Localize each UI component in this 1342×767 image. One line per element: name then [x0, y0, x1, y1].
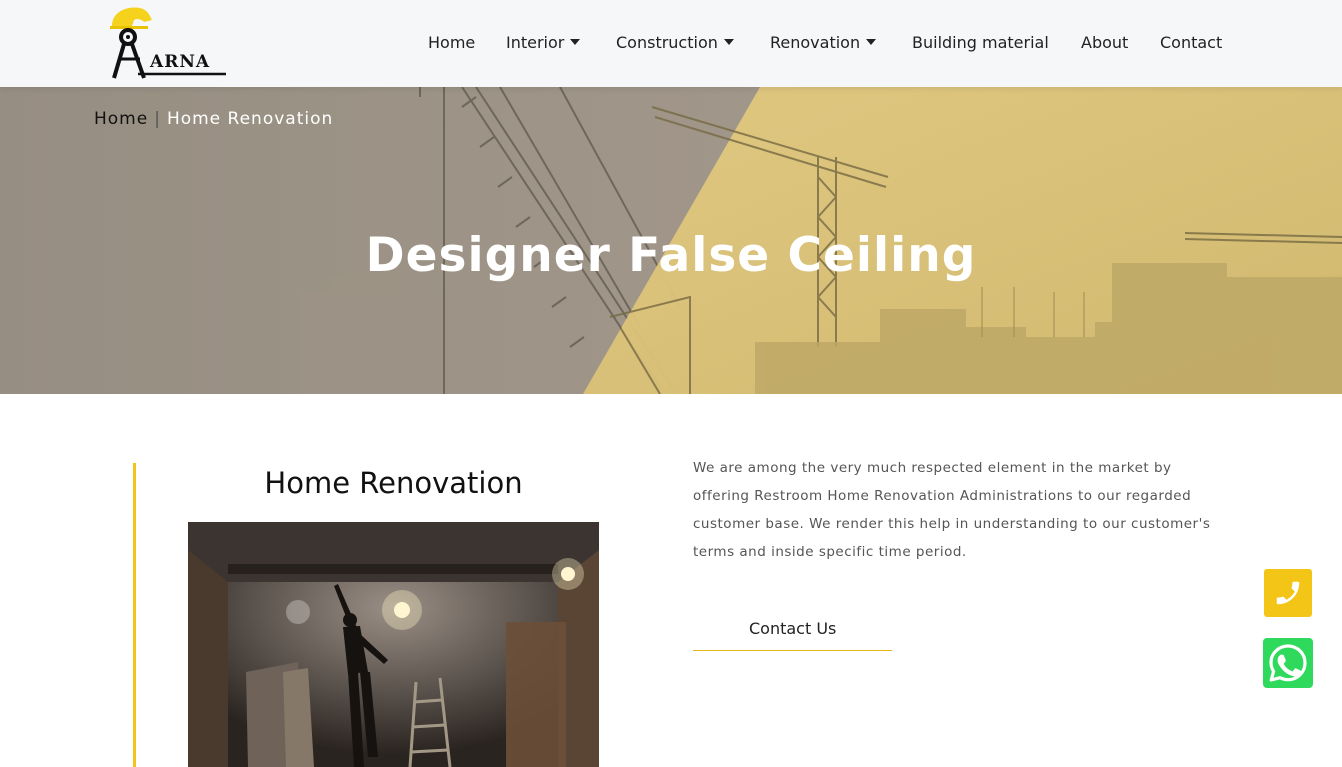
section-description: We are among the very much respected ele…	[693, 460, 1211, 560]
nav-building-material[interactable]: Building material	[912, 33, 1049, 52]
nav-contact[interactable]: Contact	[1160, 33, 1222, 52]
nav-about-label: About	[1081, 33, 1129, 52]
nav-building-material-label: Building material	[912, 33, 1049, 52]
nav-construction[interactable]: Construction	[616, 33, 734, 52]
nav-about[interactable]: About	[1081, 33, 1128, 52]
floating-whatsapp-button[interactable]	[1263, 638, 1313, 688]
floating-phone-button[interactable]	[1264, 569, 1312, 617]
logo-text: ARNA	[150, 52, 211, 72]
breadcrumb-separator: |	[154, 109, 161, 129]
nav-contact-label: Contact	[1160, 33, 1223, 52]
caret-down-icon	[570, 39, 581, 45]
nav-interior-label: Interior	[506, 33, 565, 52]
nav-home[interactable]: Home	[428, 33, 475, 52]
whatsapp-icon	[1269, 644, 1307, 682]
contact-us-button[interactable]: Contact Us	[693, 610, 892, 651]
nav-renovation-label: Renovation	[770, 33, 861, 52]
navbar: ARNA Home Interior Construction Renovati…	[0, 0, 1342, 87]
breadcrumb-home-link[interactable]: Home	[94, 109, 148, 129]
logo[interactable]: ARNA	[108, 4, 232, 82]
breadcrumb: Home | Home Renovation	[94, 109, 333, 129]
section-title: Home Renovation	[264, 466, 523, 500]
accent-divider	[133, 463, 136, 767]
phone-icon	[1276, 581, 1300, 605]
nav-home-label: Home	[428, 33, 476, 52]
nav-construction-label: Construction	[616, 33, 718, 52]
nav-interior[interactable]: Interior	[506, 33, 581, 52]
breadcrumb-current: Home Renovation	[166, 109, 334, 129]
caret-down-icon	[866, 39, 877, 45]
nav-renovation[interactable]: Renovation	[770, 33, 877, 52]
renovation-photo-image	[188, 522, 599, 767]
renovation-photo	[188, 522, 599, 767]
page-title: Designer False Ceiling	[365, 228, 977, 283]
caret-down-icon	[723, 39, 734, 45]
